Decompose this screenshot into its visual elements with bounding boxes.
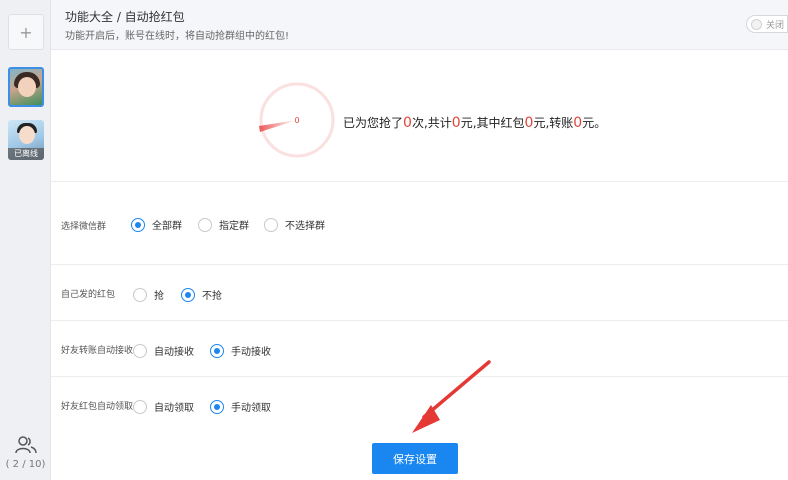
radio-icon xyxy=(133,343,147,358)
save-settings-button[interactable]: 保存设置 xyxy=(372,443,458,474)
account-avatar-1[interactable] xyxy=(8,67,44,107)
account-sidebar: + 已离线 ( 2 / 10) xyxy=(0,0,51,480)
gauge-value: 0 xyxy=(294,116,299,125)
option-no-groups[interactable]: 不选择群 xyxy=(264,217,325,232)
radio-icon xyxy=(181,287,195,302)
feature-description: 功能开启后，账号在线时，将自动抢群组中的红包! xyxy=(65,31,290,42)
account-page-count: ( 2 / 10) xyxy=(5,459,46,470)
friend-transfer-label: 好友转账自动接收 xyxy=(61,346,134,356)
friend-transfer-row: 好友转账自动接收 自动接收 手动接收 xyxy=(51,321,788,377)
friend-packet-label: 好友红包自动领取 xyxy=(61,402,134,412)
radio-icon xyxy=(133,399,147,414)
radio-icon xyxy=(131,217,145,232)
group-select-row: 选择微信群 全部群 指定群 不选择群 xyxy=(51,182,788,265)
radio-icon xyxy=(210,399,224,414)
users-icon[interactable] xyxy=(15,435,37,455)
option-auto-receive[interactable]: 自动接收 xyxy=(133,343,194,358)
page-header: 功能大全 / 自动抢红包 功能开启后，账号在线时，将自动抢群组中的红包! 关闭 xyxy=(51,0,788,50)
option-manual-receive[interactable]: 手动接收 xyxy=(210,343,271,358)
option-specific-groups[interactable]: 指定群 xyxy=(198,217,249,232)
offline-badge: 已离线 xyxy=(8,148,44,160)
option-no-grab[interactable]: 不抢 xyxy=(181,287,222,302)
toggle-knob xyxy=(751,18,762,30)
radio-icon xyxy=(210,343,224,358)
option-auto-claim[interactable]: 自动领取 xyxy=(133,399,194,414)
option-grab[interactable]: 抢 xyxy=(133,287,164,302)
group-select-label: 选择微信群 xyxy=(61,222,107,232)
total-amount: 0 xyxy=(451,115,461,131)
transfer-amount: 0 xyxy=(573,115,583,131)
radio-icon xyxy=(198,217,212,232)
add-account-button[interactable]: + xyxy=(8,14,44,50)
grab-count: 0 xyxy=(403,115,412,131)
own-packets-row: 自己发的红包 抢 不抢 xyxy=(51,265,788,321)
account-avatar-2[interactable]: 已离线 xyxy=(8,120,44,160)
stats-summary: 已为您抢了0次,共计0元,其中红包0元,转账0元。 xyxy=(343,115,607,131)
stats-panel: 0 已为您抢了0次,共计0元,其中红包0元,转账0元。 xyxy=(51,50,788,182)
progress-gauge: 0 xyxy=(259,82,335,158)
radio-icon xyxy=(264,217,278,232)
friend-packet-row: 好友红包自动领取 自动领取 手动领取 xyxy=(51,377,788,433)
breadcrumb: 功能大全 / 自动抢红包 xyxy=(65,10,185,24)
option-manual-claim[interactable]: 手动领取 xyxy=(210,399,271,414)
toggle-label: 关闭 xyxy=(766,20,785,31)
radio-icon xyxy=(133,287,147,302)
own-packets-label: 自己发的红包 xyxy=(61,290,116,300)
option-all-groups[interactable]: 全部群 xyxy=(131,217,182,232)
feature-toggle[interactable]: 关闭 xyxy=(746,15,788,33)
